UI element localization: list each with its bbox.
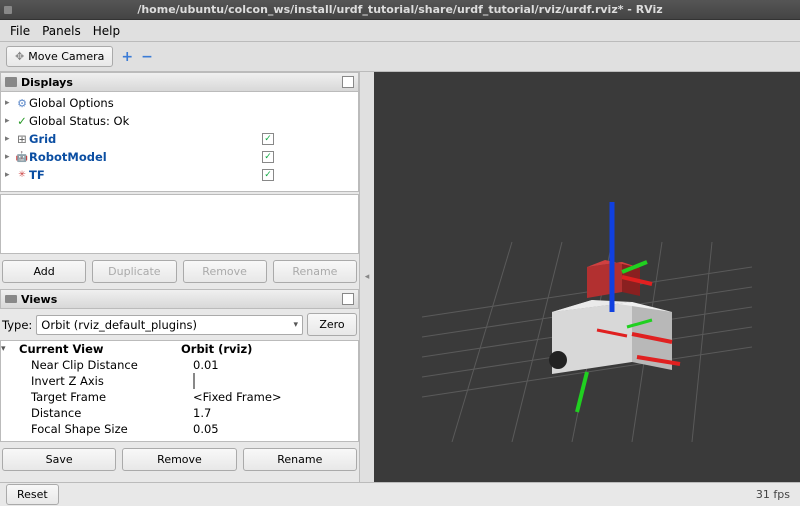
expand-icon[interactable]: ▸ [5,98,15,108]
prop-value[interactable]: 0.01 [193,358,358,372]
prop-near-clip[interactable]: Near Clip Distance0.01 [1,357,358,373]
tree-item-label: Grid [29,132,262,146]
tf-icon: ✳ [15,170,29,180]
menu-file[interactable]: File [4,22,36,40]
tree-item-label: Global Status: Ok [29,114,354,128]
prop-target-frame[interactable]: Target Frame<Fixed Frame> [1,389,358,405]
prop-key: Invert Z Axis [13,374,193,388]
displays-tree[interactable]: ▸ ⚙ Global Options ▸ ✓ Global Status: Ok… [0,92,359,192]
remove-button: Remove [183,260,267,283]
type-label: Type: [2,318,32,332]
splitter[interactable]: ◂ [360,72,374,482]
robot-icon: 🤖 [15,152,29,163]
titlebar: /home/ubuntu/colcon_ws/install/urdf_tuto… [0,0,800,20]
expand-icon[interactable]: ▸ [5,134,15,144]
prop-value[interactable] [193,374,358,388]
visibility-checkbox[interactable]: ✓ [262,169,274,181]
expand-icon[interactable]: ▸ [5,170,15,180]
prop-distance[interactable]: Distance1.7 [1,405,358,421]
menu-help[interactable]: Help [87,22,126,40]
views-buttons: Save Remove Rename [0,442,359,477]
displays-header-label: Displays [21,76,73,89]
tree-item-tf[interactable]: ▸ ✳ TF ✓ [5,166,354,184]
collapse-icon[interactable]: ▾ [1,344,13,354]
description-area [0,194,359,254]
toolbar: ✥ Move Camera + − [0,42,800,72]
prop-value[interactable]: 0.05 [193,422,358,436]
tree-item-grid[interactable]: ▸ ⊞ Grid ✓ [5,130,354,148]
prop-value[interactable]: <Fixed Frame> [193,390,358,404]
menu-panels[interactable]: Panels [36,22,87,40]
rename-view-button[interactable]: Rename [243,448,357,471]
remove-tool-button[interactable]: − [141,49,153,65]
move-camera-label: Move Camera [28,50,104,63]
prop-key: Target Frame [13,390,193,404]
chevron-down-icon: ▾ [293,320,298,330]
rename-button: Rename [273,260,357,283]
reset-button[interactable]: Reset [6,484,59,505]
add-button[interactable]: Add [2,260,86,283]
prop-invert-z[interactable]: Invert Z Axis [1,373,358,389]
remove-view-button[interactable]: Remove [122,448,236,471]
window-title: /home/ubuntu/colcon_ws/install/urdf_tuto… [137,3,662,16]
prop-key: Near Clip Distance [13,358,193,372]
view-properties[interactable]: ▾ Current View Orbit (rviz) Near Clip Di… [0,340,359,442]
visibility-checkbox[interactable]: ✓ [262,133,274,145]
grid-icon: ⊞ [15,132,29,146]
prop-value[interactable]: 1.7 [193,406,358,420]
prop-key: Focal Shape Size [13,422,193,436]
views-collapse-button[interactable] [342,293,354,305]
zero-button[interactable]: Zero [307,313,357,336]
window-controls[interactable] [4,6,12,14]
displays-buttons: Add Duplicate Remove Rename [0,254,359,289]
camera-icon [5,295,17,303]
tree-item-global-options[interactable]: ▸ ⚙ Global Options [5,94,354,112]
displays-collapse-button[interactable] [342,76,354,88]
view-type-value: Orbit (rviz_default_plugins) [41,318,197,332]
views-header-label: Views [21,293,57,306]
views-type-row: Type: Orbit (rviz_default_plugins) ▾ Zer… [0,309,359,340]
view-type-dropdown[interactable]: Orbit (rviz_default_plugins) ▾ [36,315,303,335]
views-header[interactable]: Views [0,289,359,309]
move-camera-button[interactable]: ✥ Move Camera [6,46,113,67]
move-camera-icon: ✥ [15,50,24,63]
invert-z-checkbox[interactable] [193,373,195,389]
expand-icon[interactable]: ▸ [5,116,15,126]
save-button[interactable]: Save [2,448,116,471]
statusbar: Reset 31 fps [0,482,800,506]
tree-item-robotmodel[interactable]: ▸ 🤖 RobotModel ✓ [5,148,354,166]
globe-icon: ⚙ [15,97,29,110]
3d-viewport[interactable] [374,72,800,482]
fps-label: 31 fps [756,488,790,501]
visibility-checkbox[interactable]: ✓ [262,151,274,163]
current-view-row[interactable]: ▾ Current View Orbit (rviz) [1,341,358,357]
tree-item-global-status[interactable]: ▸ ✓ Global Status: Ok [5,112,354,130]
tree-item-label: Global Options [29,96,354,110]
expand-icon[interactable]: ▸ [5,152,15,162]
prop-key: Distance [13,406,193,420]
check-icon: ✓ [15,114,29,128]
duplicate-button: Duplicate [92,260,176,283]
add-tool-button[interactable]: + [121,49,133,65]
displays-header[interactable]: Displays [0,72,359,92]
current-view-value: Orbit (rviz) [181,342,358,356]
scene-render [422,112,752,442]
tree-item-label: RobotModel [29,150,262,164]
current-view-label: Current View [13,342,181,356]
displays-icon [5,77,17,87]
left-column: Displays ▸ ⚙ Global Options ▸ ✓ Global S… [0,72,360,482]
tree-item-label: TF [29,168,262,182]
menubar: File Panels Help [0,20,800,42]
prop-focal-shape[interactable]: Focal Shape Size0.05 [1,421,358,437]
